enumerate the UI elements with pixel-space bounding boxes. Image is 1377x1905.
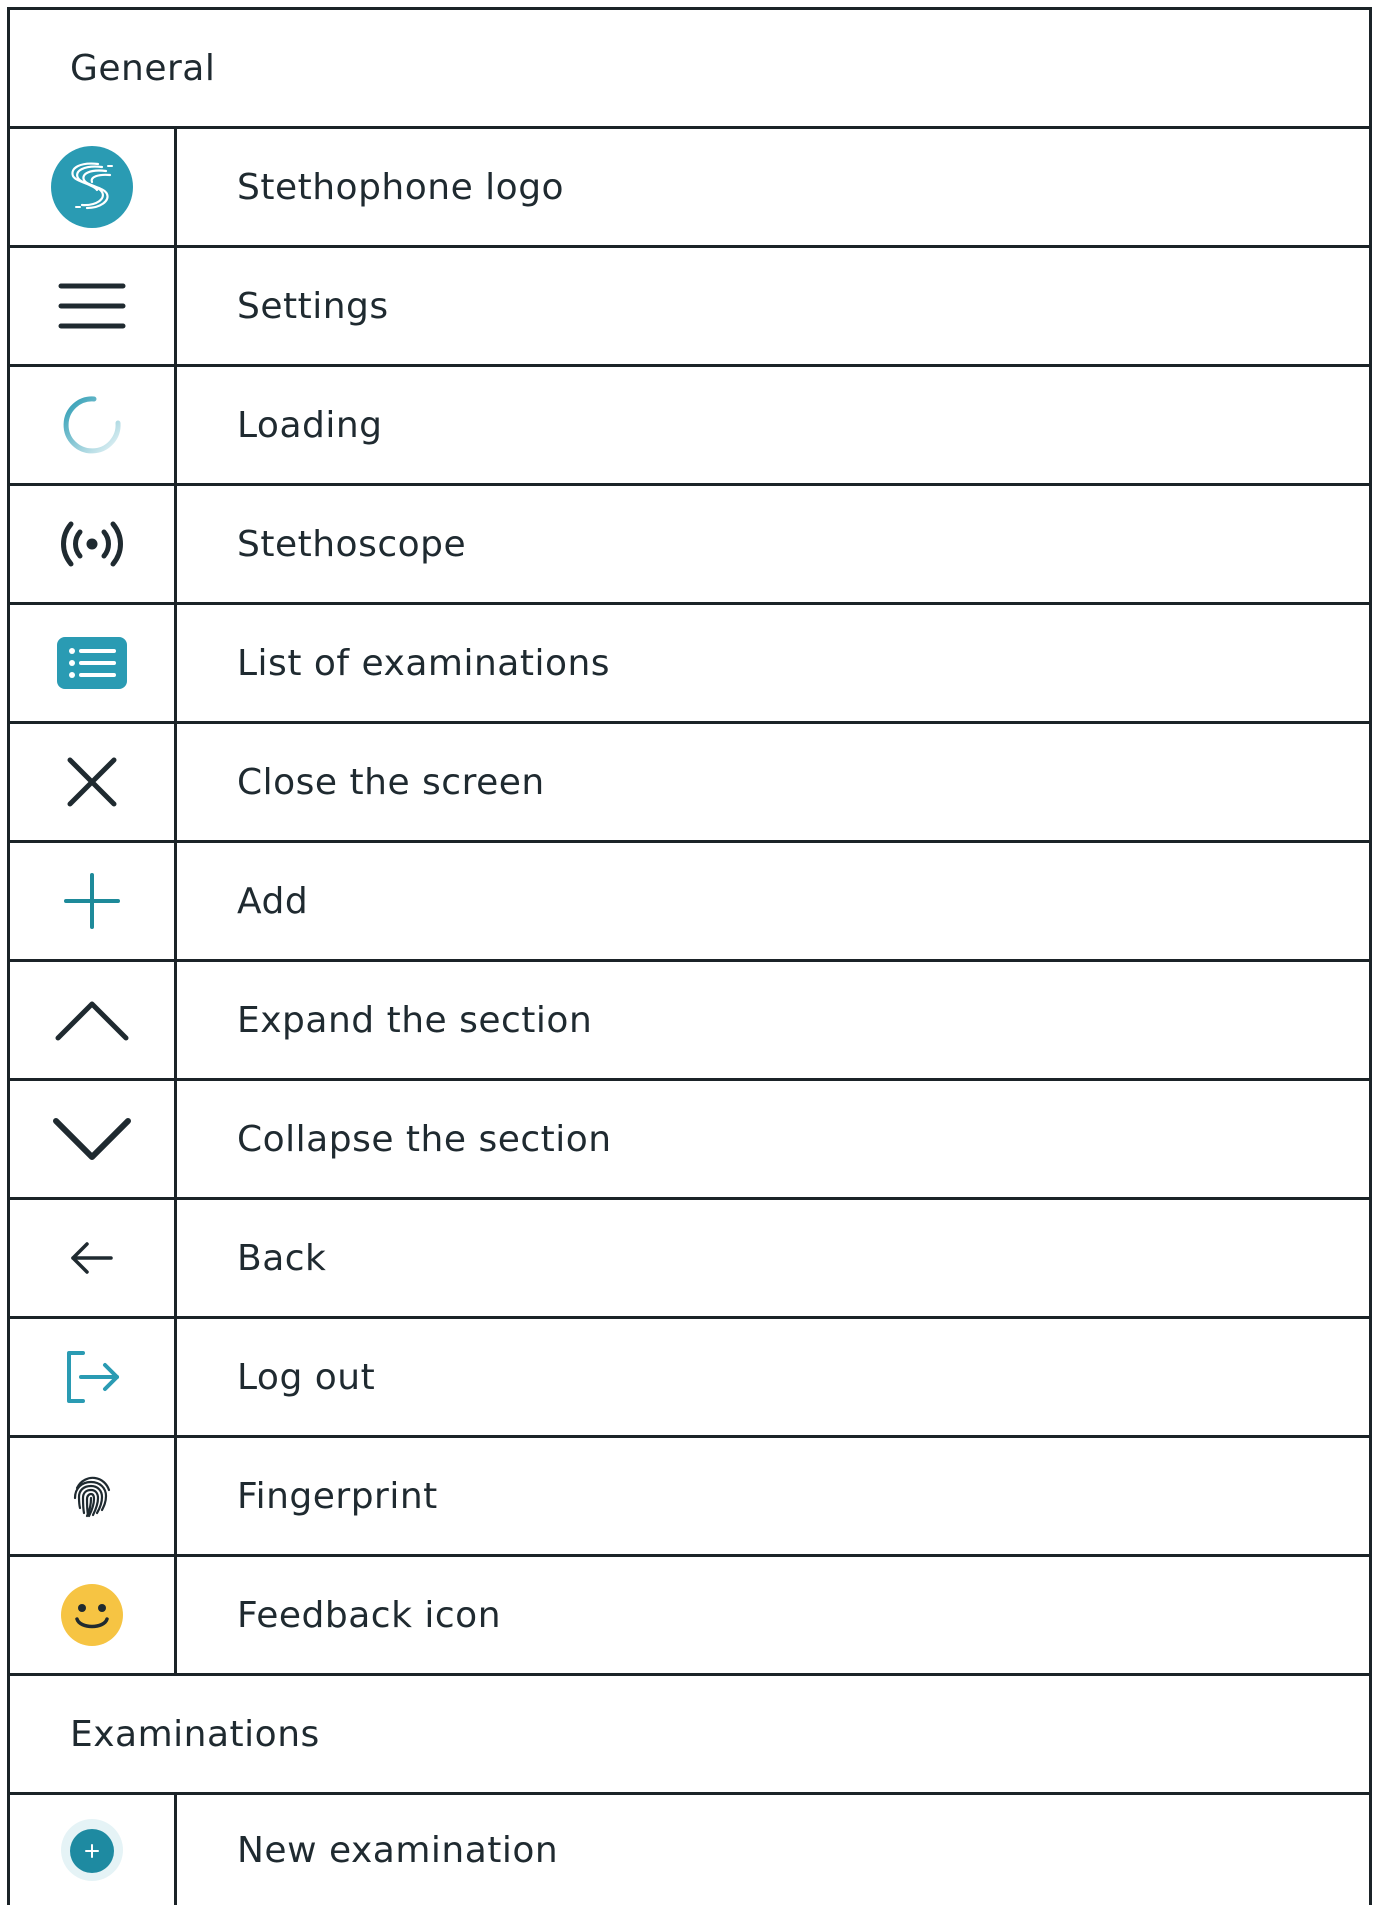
smiley-icon [60, 1583, 124, 1647]
new-examination-icon [60, 1818, 124, 1882]
legend-label: Expand the section [237, 999, 593, 1041]
legend-label: Collapse the section [237, 1118, 612, 1160]
logout-icon [63, 1349, 121, 1405]
legend-label: Log out [237, 1356, 376, 1398]
legend-label: Back [237, 1237, 327, 1279]
loading-spinner-icon [60, 393, 124, 457]
legend-label: Loading [237, 404, 383, 446]
legend-row: Log out [10, 1319, 1369, 1438]
legend-row: Feedback icon [10, 1557, 1369, 1676]
chevron-up-icon [54, 998, 130, 1042]
legend-row: Fingerprint [10, 1438, 1369, 1557]
legend-row: Back [10, 1200, 1369, 1319]
legend-label: New examination [237, 1829, 559, 1871]
broadcast-icon [57, 516, 127, 572]
section-title: Examinations [70, 1713, 320, 1755]
legend-row: Loading [10, 367, 1369, 486]
legend-label: List of examinations [237, 642, 611, 684]
legend-label: Settings [237, 285, 389, 327]
section-title: General [70, 47, 216, 89]
legend-row: New examination [10, 1795, 1369, 1905]
legend-row: Add [10, 843, 1369, 962]
legend-row: Collapse the section [10, 1081, 1369, 1200]
legend-label: Close the screen [237, 761, 545, 803]
close-icon [65, 755, 119, 809]
chevron-down-icon [52, 1115, 132, 1163]
stethophone-logo-icon [50, 145, 134, 229]
icon-legend-table: General Stethophone logo Settings Loadin… [7, 7, 1372, 1905]
legend-row: Stethophone logo [10, 129, 1369, 248]
list-icon [57, 637, 127, 689]
legend-label: Stethoscope [237, 523, 467, 565]
legend-label: Stethophone logo [237, 166, 565, 208]
legend-row: Stethoscope [10, 486, 1369, 605]
legend-row: Settings [10, 248, 1369, 367]
section-header-general: General [10, 10, 1369, 129]
legend-label: Feedback icon [237, 1594, 502, 1636]
legend-label: Add [237, 880, 309, 922]
arrow-left-icon [69, 1240, 115, 1276]
section-header-examinations: Examinations [10, 1676, 1369, 1795]
legend-row: List of examinations [10, 605, 1369, 724]
legend-label: Fingerprint [237, 1475, 438, 1517]
menu-icon [57, 281, 127, 331]
legend-row: Expand the section [10, 962, 1369, 1081]
plus-icon [62, 871, 122, 931]
fingerprint-icon [71, 1474, 113, 1518]
legend-row: Close the screen [10, 724, 1369, 843]
